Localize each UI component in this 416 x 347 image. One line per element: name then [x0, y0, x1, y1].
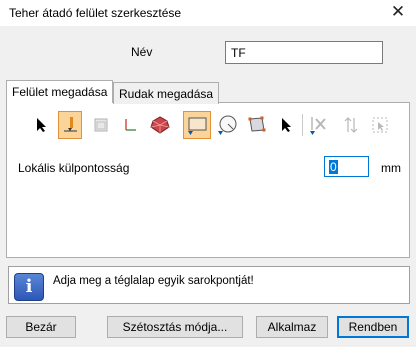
rectangle-icon [188, 117, 207, 135]
delete-disabled-icon [310, 117, 326, 135]
name-label: Név [131, 45, 153, 59]
axis-angle-icon [125, 119, 136, 131]
rectangle-tool-button[interactable] [183, 111, 211, 139]
pointer-tool-button[interactable] [30, 111, 54, 139]
close-icon[interactable]: ✕ [388, 2, 408, 22]
region-select-tool-button[interactable] [368, 111, 392, 139]
polyhedron-icon [150, 116, 170, 134]
eccentricity-value: 0 [329, 160, 338, 174]
toolbar-separator [302, 114, 303, 136]
edge-tool-button[interactable] [58, 111, 82, 139]
apply-button[interactable]: Alkalmaz [256, 316, 328, 338]
tab-surface[interactable]: Felület megadása [6, 80, 114, 103]
frame-tool-button[interactable] [89, 111, 113, 139]
info-icon: i [14, 273, 44, 301]
arrow-pointer-icon [37, 118, 46, 132]
polygon-tool-button[interactable] [245, 111, 269, 139]
polygon-icon [248, 116, 266, 132]
title-bar: Teher átadó felület szerkesztése ✕ [0, 0, 416, 26]
flip-tool-button[interactable] [339, 111, 363, 139]
circle-icon [218, 115, 237, 135]
frame-disabled-icon [94, 118, 108, 132]
name-input[interactable]: TF [225, 41, 383, 64]
flip-disabled-icon [344, 117, 358, 133]
solid-tool-button[interactable] [148, 111, 172, 139]
close-button[interactable]: Bezár [6, 316, 76, 338]
distribution-button[interactable]: Szétosztás módja... [107, 316, 243, 338]
plane-edge-icon [64, 117, 77, 132]
ok-button[interactable]: Rendben [337, 316, 409, 338]
tab-bars[interactable]: Rudak megadása [113, 82, 220, 104]
message-text: Adja meg a téglalap egyik sarokpontját! [53, 275, 254, 287]
select-region-disabled-icon [372, 117, 388, 133]
eccentricity-input[interactable]: 0 [324, 156, 369, 177]
select-tool-button[interactable] [275, 111, 299, 139]
eccentricity-unit: mm [381, 161, 401, 175]
delete-tool-button[interactable] [307, 111, 331, 139]
arrow-pointer-icon [282, 118, 291, 132]
window-title: Teher átadó felület szerkesztése [9, 6, 182, 20]
axis-tool-button[interactable] [118, 111, 142, 139]
eccentricity-label: Lokális külpontosság [18, 161, 130, 175]
circle-tool-button[interactable] [215, 111, 239, 139]
